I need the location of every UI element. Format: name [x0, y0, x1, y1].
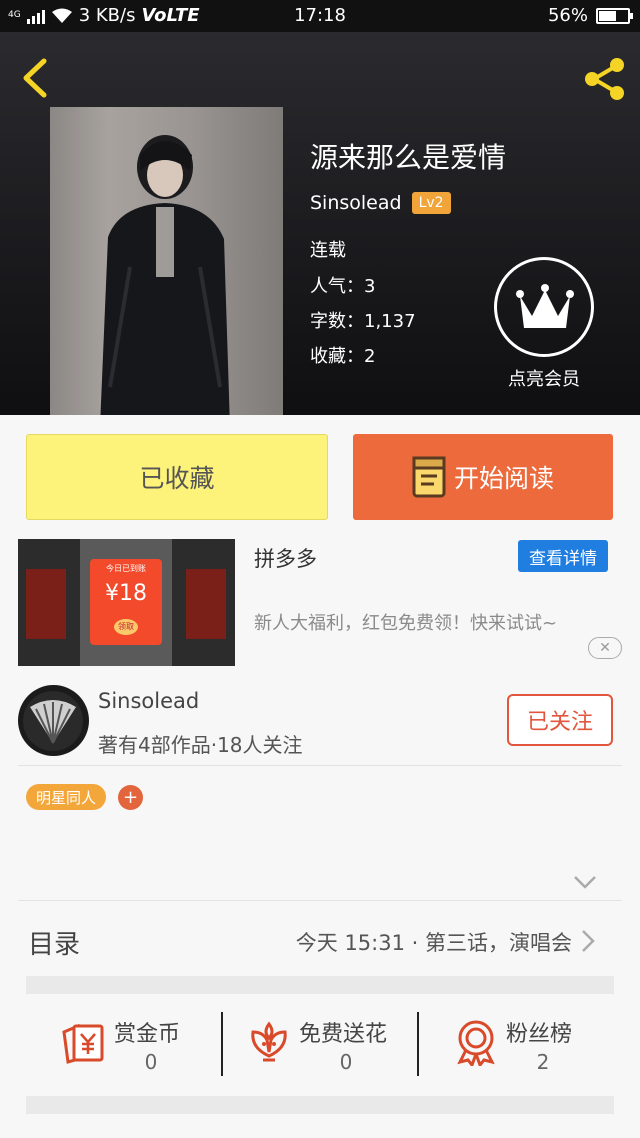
avatar-fan-image	[23, 691, 83, 751]
word-count: 字数：1,137	[310, 311, 416, 332]
follow-button[interactable]: 已关注	[507, 694, 613, 746]
book-cover[interactable]	[50, 107, 283, 415]
stat-label: 免费送花	[299, 1022, 388, 1047]
popularity: 人气：3	[310, 276, 376, 297]
ad-close-button[interactable]: ✕	[588, 637, 622, 659]
catalog-label[interactable]: 目录	[28, 924, 80, 961]
section-separator	[26, 976, 614, 994]
ad-red-envelope: 今日已到账 ¥18 领取	[90, 559, 162, 645]
chevron-left-icon	[23, 58, 47, 98]
cover-person-image	[100, 135, 230, 415]
ad-envelope-header: 今日已到账	[106, 564, 146, 573]
vip-button[interactable]	[494, 257, 594, 357]
stat-value: 0	[144, 1050, 158, 1074]
stat-separator	[221, 1012, 223, 1076]
stat-label: 赏金币	[114, 1022, 181, 1047]
ad-description[interactable]: 新人大福利，红包免费领！快来试试~	[254, 609, 557, 635]
author-row: Sinsolead Lv2	[310, 192, 451, 214]
ad-title[interactable]: 拼多多	[254, 543, 317, 573]
book-header: 源来那么是爱情 Sinsolead Lv2 连载 人气：3 字数：1,137 收…	[0, 32, 640, 415]
battery-percent: 56%	[547, 5, 588, 26]
fan-ranking-stat[interactable]: 粉丝榜 2	[452, 1012, 640, 1078]
divider	[18, 900, 622, 901]
ad-envelope-amount: ¥18	[105, 581, 147, 606]
ad-image-left-decor	[26, 569, 66, 639]
status-bar: 4G 3 KB/s VoLTE 17:18 56%	[0, 0, 640, 32]
crown-icon	[516, 284, 574, 328]
collected-button[interactable]: 已收藏	[26, 434, 328, 520]
book-icon	[412, 456, 446, 498]
chevron-right-icon	[582, 930, 595, 952]
tag-chip[interactable]: 明星同人	[26, 784, 107, 810]
book-status: 连载	[310, 240, 346, 261]
reward-coins-stat[interactable]: 赏金币 0	[60, 1012, 260, 1078]
catalog-arrow[interactable]	[578, 928, 598, 954]
share-icon	[585, 58, 624, 100]
ad-image[interactable]: 今日已到账 ¥18 领取	[18, 539, 235, 666]
award-ribbon-icon	[457, 1020, 495, 1066]
stat-value: 0	[339, 1050, 353, 1074]
stat-value: 2	[536, 1050, 550, 1074]
red-envelope-yen-icon	[62, 1023, 104, 1064]
share-button[interactable]	[582, 56, 628, 102]
clock: 17:18	[294, 5, 346, 26]
start-reading-label: 开始阅读	[453, 464, 554, 493]
vip-label: 点亮会员	[508, 369, 580, 390]
book-title: 源来那么是爱情	[310, 141, 507, 174]
level-badge: Lv2	[411, 192, 451, 214]
chevron-down-icon	[574, 876, 596, 889]
flower-icon	[251, 1021, 287, 1062]
free-flowers-stat[interactable]: 免费送花 0	[245, 1012, 445, 1078]
divider	[18, 765, 622, 766]
add-tag-button[interactable]: +	[118, 785, 143, 810]
author-name[interactable]: Sinsolead	[310, 192, 402, 214]
battery-icon	[596, 7, 633, 24]
author-avatar[interactable]	[18, 685, 89, 756]
catalog-latest-chapter[interactable]: 今天 15:31 · 第三话，演唱会	[296, 927, 572, 957]
stat-label: 粉丝榜	[506, 1022, 573, 1047]
start-reading-button[interactable]: 开始阅读	[353, 434, 613, 520]
back-button[interactable]	[18, 58, 52, 98]
ad-image-right-decor	[186, 569, 226, 639]
expand-button[interactable]	[572, 874, 598, 890]
ad-envelope-claim: 领取	[114, 619, 138, 635]
stat-separator	[417, 1012, 419, 1076]
author-card-name[interactable]: Sinsolead	[98, 689, 199, 713]
ad-detail-button[interactable]: 查看详情	[518, 540, 608, 572]
author-card-subtitle: 著有4部作品·18人关注	[98, 733, 303, 757]
favorites-count: 收藏：2	[310, 346, 376, 367]
collected-label: 已收藏	[139, 464, 215, 493]
section-separator	[26, 1096, 614, 1114]
